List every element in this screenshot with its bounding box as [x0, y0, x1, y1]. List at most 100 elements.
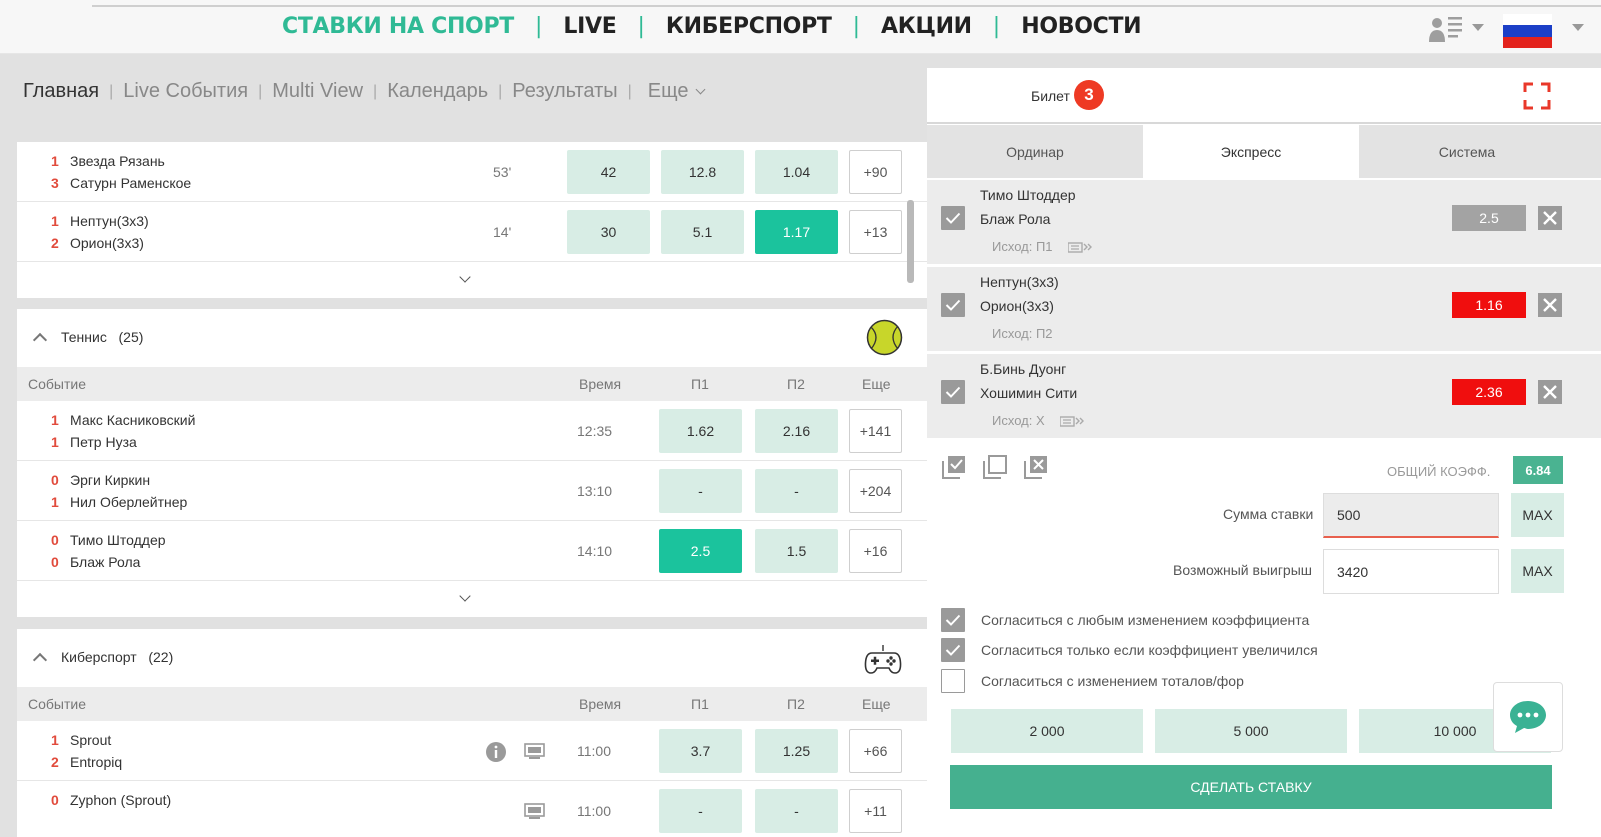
- tab-single[interactable]: Ординар: [927, 125, 1143, 178]
- match-row[interactable]: 1 Звезда Рязань 3 Сатурн Раменское 53' 4…: [17, 142, 933, 202]
- chevron-down-icon: [695, 84, 705, 95]
- select-all-icon[interactable]: [940, 453, 968, 481]
- win-max-button[interactable]: MAX: [1511, 549, 1564, 593]
- odd-p2[interactable]: -: [755, 469, 838, 513]
- tab-system[interactable]: Система: [1359, 125, 1575, 178]
- stake-max-button[interactable]: MAX: [1511, 493, 1564, 537]
- item-checkbox[interactable]: [941, 206, 965, 230]
- subnav-live-events[interactable]: Live События: [123, 80, 248, 103]
- nav-news[interactable]: НОВОСТИ: [1021, 14, 1141, 39]
- betslip-header: Билет 3: [927, 68, 1601, 124]
- stats-icon[interactable]: [1067, 241, 1093, 253]
- clear-all-icon[interactable]: [1022, 453, 1050, 481]
- more-markets-button[interactable]: +16: [849, 529, 902, 573]
- team1-name: Макс Касниковский: [70, 412, 196, 428]
- fullscreen-icon[interactable]: [1523, 82, 1551, 110]
- chevron-up-icon[interactable]: [32, 652, 48, 668]
- info-icon[interactable]: [486, 742, 506, 762]
- subnav-multi-view[interactable]: Multi View: [272, 80, 363, 103]
- stake-input[interactable]: 500: [1323, 493, 1499, 538]
- item-odds: 1.16: [1452, 292, 1526, 318]
- remove-item-button[interactable]: [1538, 380, 1562, 404]
- agree-increase-only-label: Согласиться только если коэффициент увел…: [981, 642, 1318, 658]
- odd-p1[interactable]: -: [659, 789, 742, 833]
- live-stream-tv-icon[interactable]: [524, 803, 545, 820]
- nav-esports[interactable]: КИБЕРСПОРТ: [666, 14, 832, 39]
- team1-name: Звезда Рязань: [70, 153, 165, 169]
- subnav-more[interactable]: Еще: [648, 80, 705, 103]
- odd-p2[interactable]: 1.04: [755, 150, 838, 194]
- stake-label: Сумма ставки: [1223, 506, 1314, 522]
- score-team2: 2: [51, 235, 59, 251]
- user-list-icon[interactable]: [1428, 14, 1464, 44]
- nav-sports-betting[interactable]: СТАВКИ НА СПОРТ: [282, 14, 514, 39]
- tab-express[interactable]: Экспресс: [1143, 125, 1359, 178]
- language-chevron-down-icon[interactable]: [1572, 24, 1584, 31]
- match-row[interactable]: 1 Нептун(3х3) 2 Орион(3х3) 14' 30 5.1 1.…: [17, 202, 933, 262]
- odd-p2[interactable]: 1.25: [755, 729, 838, 773]
- odd-p2-selected[interactable]: 1.17: [755, 210, 838, 254]
- quick-amount-5000[interactable]: 5 000: [1155, 709, 1347, 753]
- quick-amount-2000[interactable]: 2 000: [951, 709, 1143, 753]
- show-more-button[interactable]: [17, 581, 933, 617]
- chat-button[interactable]: [1493, 682, 1563, 752]
- match-row[interactable]: 1 Sprout 2 Entropiq 11:00 3.7 1.25 +66: [17, 721, 933, 781]
- tennis-header[interactable]: Теннис (25): [17, 309, 933, 367]
- more-markets-button[interactable]: +204: [849, 469, 902, 513]
- more-markets-button[interactable]: +11: [849, 789, 902, 833]
- match-row[interactable]: 0 Эрги Киркин 1 Нил Оберлейтнер 13:10 - …: [17, 461, 933, 521]
- more-markets-button[interactable]: +141: [849, 409, 902, 453]
- odd-p1[interactable]: 1.62: [659, 409, 742, 453]
- odd-p1[interactable]: 3.7: [659, 729, 742, 773]
- more-markets-button[interactable]: +66: [849, 729, 902, 773]
- remove-item-button[interactable]: [1538, 206, 1562, 230]
- item-checkbox[interactable]: [941, 293, 965, 317]
- scrollbar-thumb[interactable]: [907, 200, 914, 283]
- close-icon: [1543, 298, 1557, 312]
- checkbox-checked[interactable]: [941, 638, 965, 662]
- col-event: Событие: [28, 376, 86, 392]
- odd-p2[interactable]: 2.16: [755, 409, 838, 453]
- esports-header[interactable]: Киберспорт (22): [17, 629, 933, 687]
- match-row[interactable]: 0 Тимо Штоддер 0 Блаж Рола 14:10 2.5 1.5…: [17, 521, 933, 581]
- checkmark-icon: [945, 614, 961, 626]
- match-row[interactable]: 0 Zyphon (Sprout) 11:00 - - +11: [17, 781, 933, 837]
- betslip-count-badge: 3: [1074, 80, 1104, 110]
- nav-separator: |: [637, 14, 645, 39]
- live-stream-tv-icon[interactable]: [524, 743, 545, 760]
- place-bet-button[interactable]: СДЕЛАТЬ СТАВКУ: [950, 765, 1552, 809]
- subnav-separator: |: [258, 82, 263, 100]
- show-more-button[interactable]: [17, 262, 933, 298]
- checkbox-checked[interactable]: [941, 608, 965, 632]
- match-row[interactable]: 1 Макс Касниковский 1 Петр Нуза 12:35 1.…: [17, 401, 933, 461]
- remove-item-button[interactable]: [1538, 293, 1562, 317]
- nav-promotions[interactable]: АКЦИИ: [881, 14, 972, 39]
- user-menu-chevron-down-icon[interactable]: [1472, 24, 1484, 31]
- russia-flag-icon[interactable]: [1503, 14, 1552, 48]
- odd-x[interactable]: 12.8: [661, 150, 744, 194]
- odd-p2[interactable]: 1.5: [755, 529, 838, 573]
- more-markets-button[interactable]: +90: [849, 150, 902, 194]
- odd-p2[interactable]: -: [755, 789, 838, 833]
- checkbox-unchecked[interactable]: [941, 669, 965, 693]
- chevron-up-icon[interactable]: [32, 332, 48, 348]
- odd-p1[interactable]: 42: [567, 150, 650, 194]
- odd-x[interactable]: 5.1: [661, 210, 744, 254]
- betslip-item: Нептун(3х3) Орион(3х3) Исход: П2 1.16: [927, 267, 1601, 351]
- stats-icon[interactable]: [1059, 415, 1085, 427]
- odd-p1[interactable]: -: [659, 469, 742, 513]
- odd-p1-selected[interactable]: 2.5: [659, 529, 742, 573]
- team1-name: Эрги Киркин: [70, 472, 151, 488]
- item-checkbox[interactable]: [941, 380, 965, 404]
- subnav-calendar[interactable]: Календарь: [387, 80, 488, 103]
- nav-live[interactable]: LIVE: [563, 14, 616, 39]
- score-team1: 1: [51, 153, 59, 169]
- copy-icon[interactable]: [981, 453, 1009, 481]
- gamepad-icon: [864, 645, 902, 674]
- subnav-results[interactable]: Результаты: [512, 80, 617, 103]
- odd-p1[interactable]: 30: [567, 210, 650, 254]
- team2-name: Блаж Рола: [980, 211, 1051, 227]
- subnav-home[interactable]: Главная: [23, 80, 99, 103]
- item-odds: 2.36: [1452, 379, 1526, 405]
- more-markets-button[interactable]: +13: [849, 210, 902, 254]
